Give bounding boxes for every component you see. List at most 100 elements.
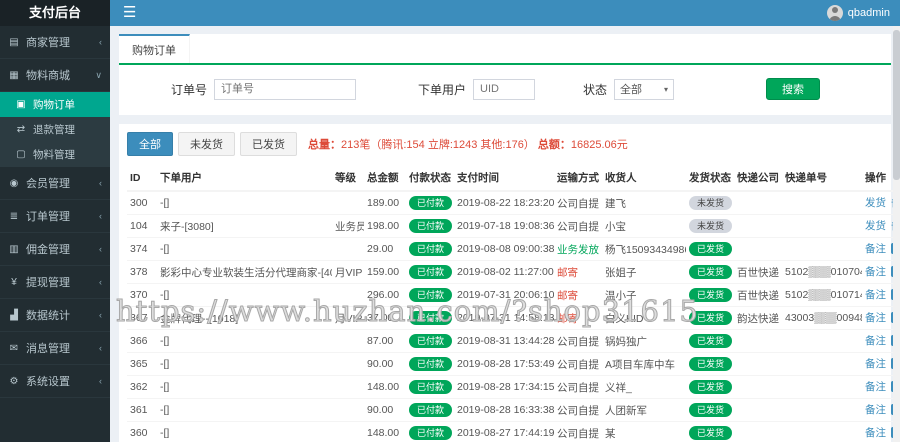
- cell-ship-status: 已发货: [686, 306, 734, 330]
- stats-icon: ▟: [10, 309, 18, 321]
- pay-status-badge: 已付款: [409, 196, 453, 210]
- filter-button-未发货[interactable]: 未发货: [178, 132, 235, 156]
- cell-pay-time: 2019-08-02 11:27:00: [454, 260, 554, 284]
- cell-order-id: 361: [127, 398, 157, 422]
- status-select[interactable]: 全部 ▾: [614, 78, 675, 100]
- ship-button[interactable]: 发货: [865, 220, 886, 232]
- avatar: [826, 5, 843, 21]
- column-header: 发货状态: [686, 165, 734, 192]
- cell-level: [332, 237, 364, 261]
- sidebar-item-message[interactable]: ✉ 消息管理 ‹: [0, 332, 110, 365]
- cell-receiver: 某: [602, 421, 686, 442]
- remark-button[interactable]: 备注: [865, 312, 886, 324]
- sidebar-toggle-icon[interactable]: ☰: [110, 0, 149, 26]
- cell-express-company: [734, 398, 782, 422]
- chevron-left-icon: ‹: [99, 37, 102, 47]
- cell-receiver: 杨飞15093434986: [602, 237, 686, 261]
- sidebar: ▤ 商家管理 ‹ ▦ 物料商城 ∨ ▣ 购物订单 ⇄ 退款管理 ▢ 物料管理 ◉ 会员管理 ‹ ≣ 订单管理 ‹ ▥…: [0, 26, 110, 442]
- table-row: 300 -[] 189.00 已付款 2019-08-22 18:23:20 公司自提 建飞…: [127, 190, 900, 215]
- cell-express-company: [734, 237, 782, 261]
- cell-tracking-no: [782, 398, 862, 422]
- cell-express-company: [734, 375, 782, 399]
- cell-pay-time: 2019-08-28 16:33:38: [454, 398, 554, 422]
- submenu-item-goods[interactable]: ▢ 物料管理: [0, 142, 110, 167]
- column-header: ID: [127, 165, 157, 192]
- goods-icon: ▢: [16, 149, 26, 160]
- remark-button[interactable]: 备注: [865, 381, 886, 393]
- cell-pay-status: 已付款: [406, 214, 454, 238]
- cell-pay-time: 2019-07-31 14:58:13: [454, 306, 554, 330]
- remark-button[interactable]: 备注: [865, 243, 886, 255]
- cell-express-company: [734, 329, 782, 353]
- cell-receiver: 白义KID: [602, 306, 686, 330]
- cell-pay-status: 已付款: [406, 329, 454, 353]
- order-no-input[interactable]: [214, 78, 357, 100]
- sidebar-item-mall[interactable]: ▦ 物料商城 ∨: [0, 59, 110, 92]
- cell-express-company: [734, 352, 782, 376]
- remark-button[interactable]: 备注: [865, 404, 886, 416]
- order-user-label: 下单用户: [418, 82, 467, 97]
- cell-ship-status: 已发货: [686, 398, 734, 422]
- scrollbar[interactable]: [893, 26, 900, 442]
- pay-status-badge: 已付款: [409, 334, 453, 348]
- chevron-left-icon: ‹: [99, 277, 102, 287]
- ship-status-badge: 未发货: [689, 196, 733, 210]
- cell-receiver: 人团新军: [602, 398, 686, 422]
- ship-status-badge: 已发货: [689, 426, 733, 440]
- filter-button-全部[interactable]: 全部: [127, 132, 173, 156]
- cell-amount: 189.00: [364, 190, 406, 215]
- chevron-left-icon: ‹: [99, 310, 102, 320]
- submenu-item-refund[interactable]: ⇄ 退款管理: [0, 117, 110, 142]
- search-button[interactable]: 搜索: [766, 78, 821, 100]
- sidebar-item-stats[interactable]: ▟ 数据统计 ‹: [0, 299, 110, 332]
- sidebar-item-withdraw[interactable]: ¥ 提现管理 ‹: [0, 266, 110, 299]
- chevron-down-icon: ▾: [664, 84, 669, 94]
- amount-value: 16825.06元: [570, 139, 628, 151]
- cell-shipping-method: 公司自提: [554, 421, 602, 442]
- ship-button[interactable]: 发货: [865, 197, 886, 209]
- user-menu[interactable]: qbadmin: [826, 0, 890, 26]
- cell-receiver: 小宝: [602, 214, 686, 238]
- tab-shopping-orders[interactable]: 购物订单: [119, 34, 190, 63]
- cell-order-id: 367: [127, 306, 157, 330]
- remark-button[interactable]: 备注: [865, 358, 886, 370]
- table-row: 365 -[] 90.00 已付款 2019-08-28 17:53:49 公司自提 A项目…: [127, 352, 900, 376]
- ship-status-badge: 已发货: [689, 334, 733, 348]
- table-row: 374 -[] 29.00 已付款 2019-08-08 09:00:38 业务发放 杨飞1…: [127, 237, 900, 261]
- ship-status-badge: 未发货: [689, 219, 733, 233]
- cell-amount: 29.00: [364, 237, 406, 261]
- sidebar-item-store[interactable]: ▤ 商家管理 ‹: [0, 26, 110, 59]
- cell-order-user: -[]: [157, 329, 332, 353]
- cell-ship-status: 已发货: [686, 283, 734, 307]
- cell-ship-status: 已发货: [686, 260, 734, 284]
- ship-status-badge: 已发货: [689, 288, 733, 302]
- chevron-left-icon: ‹: [99, 343, 102, 353]
- pay-status-badge: 已付款: [409, 288, 453, 302]
- sidebar-item-order[interactable]: ≣ 订单管理 ‹: [0, 200, 110, 233]
- sidebar-item-label: 订单管理: [26, 211, 70, 223]
- cell-level: [332, 283, 364, 307]
- sidebar-item-settings[interactable]: ⚙ 系统设置 ‹: [0, 365, 110, 398]
- column-header: 总金额: [364, 165, 406, 192]
- submenu-item-cart[interactable]: ▣ 购物订单: [0, 92, 110, 117]
- cell-pay-status: 已付款: [406, 237, 454, 261]
- sidebar-item-commission[interactable]: ▥ 佣金管理 ‹: [0, 233, 110, 266]
- cell-shipping-method: 公司自提: [554, 190, 602, 215]
- filter-button-已发货[interactable]: 已发货: [240, 132, 297, 156]
- cell-amount: 37.00: [364, 306, 406, 330]
- cell-express-company: [734, 421, 782, 442]
- remark-button[interactable]: 备注: [865, 289, 886, 301]
- order-user-input[interactable]: [473, 78, 536, 100]
- sidebar-item-member[interactable]: ◉ 会员管理 ‹: [0, 167, 110, 200]
- sidebar-item-label: 数据统计: [26, 310, 70, 322]
- scrollbar-thumb[interactable]: [893, 30, 900, 180]
- cell-pay-time: 2019-08-31 13:44:28: [454, 329, 554, 353]
- remark-button[interactable]: 备注: [865, 266, 886, 278]
- column-header: 运输方式: [554, 165, 602, 192]
- cell-order-id: 366: [127, 329, 157, 353]
- remark-button[interactable]: 备注: [865, 335, 886, 347]
- remark-button[interactable]: 备注: [865, 427, 886, 439]
- cell-pay-time: 2019-08-08 09:00:38: [454, 237, 554, 261]
- pay-status-badge: 已付款: [409, 242, 453, 256]
- cell-order-user: -[]: [157, 283, 332, 307]
